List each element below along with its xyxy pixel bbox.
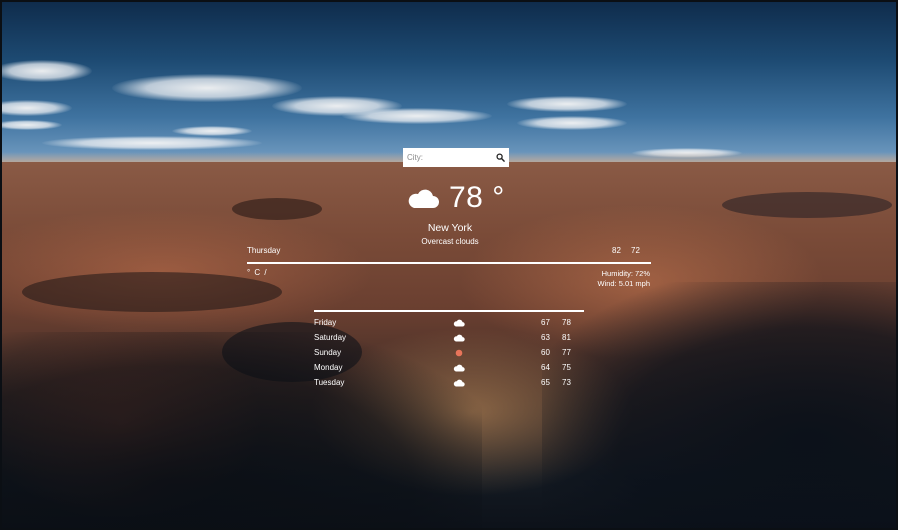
today-day: Thursday [247, 246, 281, 255]
canyon-ridge [722, 192, 892, 218]
forecast-day: Friday [314, 318, 337, 327]
forecast-row: Tuesday 65 73 [314, 377, 584, 392]
today-high: 82 [612, 246, 621, 255]
city-search-box [403, 148, 509, 167]
forecast-row: Friday 67 78 [314, 317, 584, 332]
wind-value: Wind: 5.01 mph [597, 279, 650, 288]
forecast-low: 81 [562, 333, 571, 342]
forecast-low: 77 [562, 348, 571, 357]
divider [247, 262, 651, 264]
city-name: New York [427, 222, 473, 234]
weather-app: 78 ° New York Overcast clouds Thursday 8… [0, 0, 898, 530]
forecast-day: Saturday [314, 333, 347, 342]
sky-cloud [517, 116, 627, 130]
city-search-input[interactable] [403, 149, 493, 166]
sky-cloud [42, 136, 262, 150]
cloud-icon [453, 318, 465, 328]
forecast-divider [314, 310, 584, 312]
forecast-day: Monday [314, 363, 343, 372]
today-low: 72 [631, 246, 640, 255]
canyon-ridge [232, 198, 322, 220]
weather-details: Humidity: 72% Wind: 5.01 mph [562, 269, 650, 289]
current-temperature: 78 ° [449, 181, 505, 214]
sky-cloud [172, 126, 252, 136]
today-row: Thursday 82 72 [247, 246, 651, 258]
forecast-high: 63 [541, 333, 550, 342]
cloud-icon [453, 333, 465, 343]
sky-cloud [342, 108, 492, 124]
search-icon[interactable] [493, 151, 507, 165]
forecast-day: Sunday [314, 348, 342, 357]
weather-description: Overcast clouds [421, 237, 479, 246]
forecast-high: 64 [541, 363, 550, 372]
forecast-day: Tuesday [314, 378, 345, 387]
forecast-list: Friday 67 78 Saturday 63 81 Sunday 60 77… [314, 317, 584, 392]
forecast-row: Sunday 60 77 [314, 347, 584, 362]
unit-toggle[interactable]: ° C / [247, 268, 268, 277]
forecast-low: 73 [562, 378, 571, 387]
current-conditions: 78 ° [406, 180, 516, 216]
sun-icon [453, 348, 465, 358]
sky-cloud [507, 96, 627, 112]
forecast-high: 60 [541, 348, 550, 357]
humidity-value: Humidity: 72% [601, 269, 650, 278]
canyon-ridge [22, 272, 282, 312]
canyon-shadow [542, 282, 896, 528]
cloud-icon [453, 378, 465, 388]
forecast-high: 65 [541, 378, 550, 387]
forecast-low: 78 [562, 318, 571, 327]
forecast-row: Monday 64 75 [314, 362, 584, 377]
cloud-icon [453, 363, 465, 373]
cloud-icon [406, 187, 440, 209]
forecast-high: 67 [541, 318, 550, 327]
forecast-row: Saturday 63 81 [314, 332, 584, 347]
sky-cloud [112, 74, 302, 102]
forecast-low: 75 [562, 363, 571, 372]
